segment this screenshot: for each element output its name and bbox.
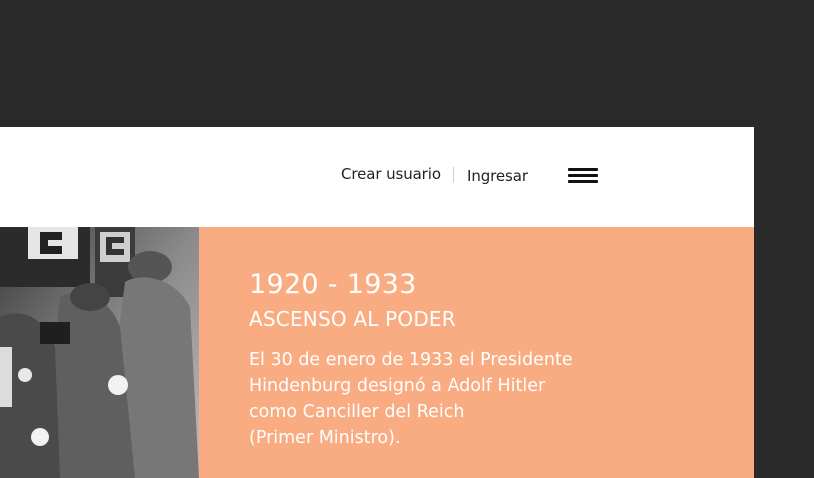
description-line: como Canciller del Reich	[249, 402, 465, 422]
hero-panel: 1920 - 1933 ASCENSO AL PODER El 30 de en…	[199, 227, 754, 478]
page: Crear usuario Ingresar 1920 - 1933 ASCEN…	[0, 127, 754, 478]
login-link[interactable]: Ingresar	[467, 167, 528, 185]
period-years: 1920 - 1933	[249, 269, 417, 300]
hamburger-bar	[568, 174, 598, 177]
hamburger-bar	[568, 168, 598, 171]
description-line: (Primer Ministro).	[249, 428, 401, 448]
hero-photo	[0, 227, 199, 478]
historical-photo-illustration	[0, 227, 199, 478]
hamburger-bar	[568, 180, 598, 183]
create-user-link[interactable]: Crear usuario	[341, 165, 441, 183]
description-line: Hindenburg designó a Adolf Hitler	[249, 376, 546, 396]
period-description: El 30 de enero de 1933 el Presidente Hin…	[249, 347, 609, 451]
hamburger-menu-icon[interactable]	[568, 166, 599, 186]
description-line: El 30 de enero de 1933 el Presidente	[249, 350, 573, 370]
site-header: Crear usuario Ingresar	[0, 127, 754, 227]
nav-divider	[453, 167, 454, 183]
period-subtitle: ASCENSO AL PODER	[249, 307, 456, 331]
